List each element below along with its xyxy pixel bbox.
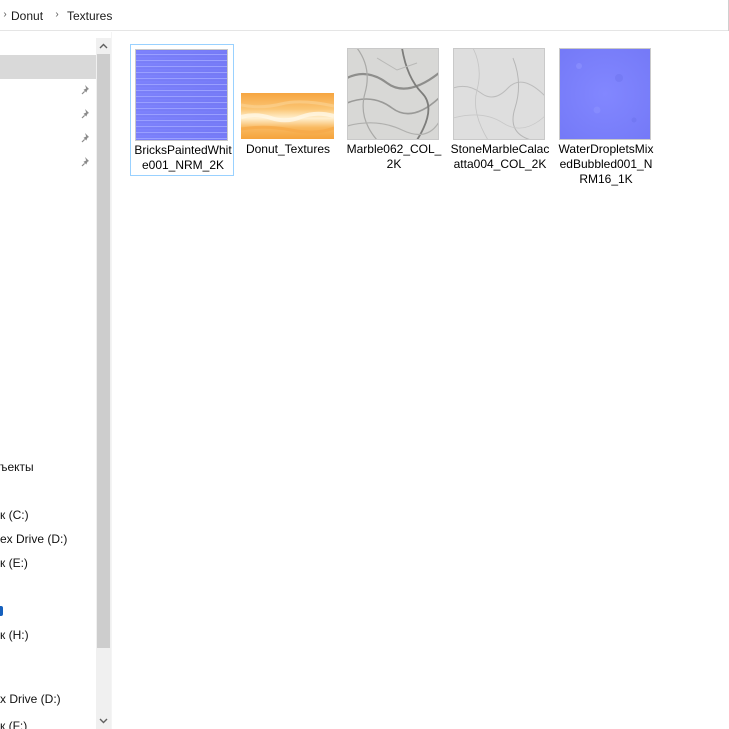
scroll-thumb[interactable] (97, 54, 110, 648)
nav-item-label: к (E:) (0, 556, 28, 570)
pin-icon (81, 85, 89, 95)
nav-item-drive-d[interactable]: ex Drive (D:) (0, 527, 96, 551)
pin-icon (81, 109, 89, 119)
address-bar: › Donut › Textures (0, 0, 729, 31)
nav-item-drive-icon[interactable] (0, 599, 96, 623)
pin-icon (81, 133, 89, 143)
nav-item-label: x Drive (D:) (0, 692, 61, 706)
nav-item-pinned-1[interactable] (0, 78, 96, 102)
nav-item-drive-e[interactable]: к (E:) (0, 551, 96, 575)
nav-item-3d-objects[interactable]: ъекты (0, 455, 96, 479)
breadcrumb-donut[interactable]: Donut (11, 9, 43, 23)
file-name: StoneMarbleCalacatta004_COL_2K (450, 142, 550, 171)
nav-item-drive-d-network[interactable]: x Drive (D:) (0, 687, 96, 711)
scroll-up-arrow-icon[interactable] (96, 38, 111, 54)
pin-icon (81, 157, 89, 167)
file-item[interactable]: Donut_Textures (236, 44, 340, 176)
file-name: Marble062_COL_2K (346, 142, 442, 171)
nav-item-label: ъекты (0, 460, 34, 474)
file-item[interactable]: StoneMarbleCalacatta004_COL_2K (448, 44, 552, 176)
nav-item-pinned-4[interactable] (0, 150, 96, 174)
file-item[interactable]: Marble062_COL_2K (342, 44, 446, 176)
breadcrumb-textures[interactable]: Textures (67, 9, 112, 23)
navigation-pane: ъекты к (C:) ex Drive (D:) к (E:) к (H:)… (0, 32, 96, 729)
drive-icon (0, 606, 3, 616)
nav-item-label: ex Drive (D:) (0, 532, 68, 546)
chevron-right-icon[interactable]: › (52, 9, 62, 21)
scroll-down-arrow-icon[interactable] (96, 713, 111, 729)
donut-texture-thumbnail (241, 93, 334, 139)
file-name: WaterDropletsMixedBubbled001_NRM16_1K (558, 142, 654, 186)
nav-item-pinned-3[interactable] (0, 126, 96, 150)
file-item[interactable]: WaterDropletsMixedBubbled001_NRM16_1K (554, 44, 658, 186)
nav-item-pinned-2[interactable] (0, 102, 96, 126)
stone-marble-thumbnail (453, 48, 545, 140)
nav-item-label: к (H:) (0, 628, 29, 642)
water-normal-thumbnail (559, 48, 651, 140)
nav-item-drive-c[interactable]: к (C:) (0, 503, 96, 527)
nav-scrollbar[interactable] (96, 38, 111, 729)
nav-item-label: к (F:) (0, 719, 28, 729)
nav-item-label: к (C:) (0, 508, 29, 522)
marble-thumbnail (347, 48, 439, 140)
chevron-right-icon[interactable]: › (0, 9, 10, 21)
file-name: BricksPaintedWhite001_NRM_2K (134, 143, 232, 172)
nav-item-drive-h[interactable]: к (H:) (0, 623, 96, 647)
file-name: Donut_Textures (245, 142, 331, 156)
file-item[interactable]: BricksPaintedWhite001_NRM_2K (130, 44, 234, 176)
file-list: BricksPaintedWhite001_NRM_2K Donut_Textu… (112, 32, 729, 729)
nav-item-drive-f[interactable]: к (F:) (0, 714, 96, 729)
normal-map-thumbnail (135, 49, 228, 141)
nav-item-selected[interactable] (0, 55, 96, 79)
